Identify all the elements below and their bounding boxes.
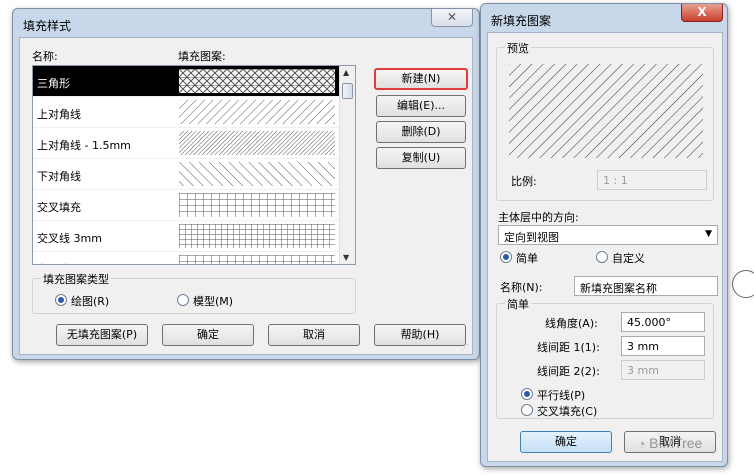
new-pattern-close-button[interactable]: X xyxy=(681,4,723,22)
watermark: ◔ BIMTree xyxy=(638,435,702,451)
fill-styles-client: 名称: 填充图案: 三角形上对角线上对角线 - 1.5mm 下对角线交叉填充交叉线… xyxy=(19,37,473,355)
pattern-swatch-cross xyxy=(179,255,335,264)
pattern-type-group: 填充图案类型 绘图(R) 模型(M) xyxy=(32,271,356,314)
simple-settings-group: 简单 线角度(A): 45.000° 线间距 1(1): 3 mm 线间距 2(… xyxy=(496,296,714,419)
line-spacing-2-input: 3 mm xyxy=(621,360,705,380)
parallel-lines-label[interactable]: 平行线(P) xyxy=(537,387,585,403)
column-header-name: 名称: xyxy=(32,50,58,63)
preview-group: 预览 比例: 1 : 1 xyxy=(496,40,714,201)
pattern-swatch-diag-down xyxy=(179,162,335,186)
line-spacing-2-label: 线间距 2(2): xyxy=(537,365,600,378)
pattern-name: 交叉线 3mm xyxy=(37,232,102,245)
pattern-name-label: 名称(N): xyxy=(500,281,543,294)
pattern-swatch-cross xyxy=(179,193,335,217)
fill-styles-cancel-button[interactable]: 取消 xyxy=(268,324,360,346)
custom-mode-radio[interactable] xyxy=(596,251,608,263)
pattern-list-item[interactable]: 下对角线 xyxy=(33,159,339,190)
pattern-swatch-diag-up xyxy=(179,100,335,124)
fill-styles-help-button[interactable]: 帮助(H) xyxy=(374,324,466,346)
watermark-text: BIMTree xyxy=(649,435,703,451)
model-radio[interactable] xyxy=(177,294,189,306)
pattern-list-item[interactable]: 三角形 xyxy=(33,66,339,97)
copy-pattern-button[interactable]: 复制(U) xyxy=(376,147,466,169)
preview-pattern-image xyxy=(509,64,703,158)
pattern-list[interactable]: 三角形上对角线上对角线 - 1.5mm下对角线交叉填充交叉线 3mm交叉线 5 … xyxy=(32,65,356,265)
pattern-swatch-cross-dense xyxy=(179,224,335,248)
custom-mode-label[interactable]: 自定义 xyxy=(612,250,645,266)
preview-group-title: 预览 xyxy=(505,40,531,56)
line-angle-input[interactable]: 45.000° xyxy=(621,312,705,332)
fill-styles-title: 填充样式 xyxy=(23,19,72,33)
pattern-list-item[interactable]: 交叉填充 xyxy=(33,190,339,221)
pattern-list-item[interactable]: 上对角线 - 1.5mm xyxy=(33,128,339,159)
wechat-icon: ◔ xyxy=(638,437,646,451)
simple-mode-radio[interactable] xyxy=(500,251,512,263)
pattern-name: 交叉填充 xyxy=(37,201,81,214)
pattern-list-item[interactable]: 上对角线 xyxy=(33,97,339,128)
line-spacing-1-input[interactable]: 3 mm xyxy=(621,336,705,356)
new-pattern-client: 预览 比例: 1 : 1 主体层中的方向: 定向到视图 ▼ 简单 自定义 名称(… xyxy=(487,32,723,462)
close-icon: X xyxy=(697,5,707,19)
pattern-list-item[interactable]: 交叉线 3mm xyxy=(33,221,339,252)
pattern-name: 三角形 xyxy=(37,77,70,90)
simple-settings-title: 简单 xyxy=(505,296,531,312)
orientation-label: 主体层中的方向: xyxy=(498,211,579,224)
no-fill-pattern-button[interactable]: 无填充图案(P) xyxy=(56,324,148,346)
pattern-name: 交叉线 5 xyxy=(37,261,81,264)
fill-styles-ok-button[interactable]: 确定 xyxy=(162,324,254,346)
fill-styles-close-button[interactable]: ✕ xyxy=(431,9,473,27)
chevron-down-icon[interactable]: ▼ xyxy=(705,229,712,239)
line-angle-label: 线角度(A): xyxy=(545,317,598,330)
scale-label: 比例: xyxy=(511,175,537,188)
pattern-swatch-diag-up-dense xyxy=(179,131,335,155)
new-fill-pattern-dialog: 新填充图案 X 预览 比例: 1 : 1 主体层中的方向: 定向到视图 ▼ 简单… xyxy=(480,3,728,467)
pattern-swatch-triangles xyxy=(179,69,335,93)
scroll-down-icon[interactable]: ▼ xyxy=(343,253,349,262)
delete-pattern-button[interactable]: 删除(D) xyxy=(376,121,466,143)
line-spacing-1-label: 线间距 1(1): xyxy=(537,341,600,354)
resize-grip-icon[interactable]: ⋰ xyxy=(461,343,469,352)
edit-pattern-button[interactable]: 编辑(E)... xyxy=(376,95,466,117)
scroll-up-icon[interactable]: ▲ xyxy=(343,68,349,77)
crosshatch-label[interactable]: 交叉填充(C) xyxy=(537,403,597,419)
close-icon: ✕ xyxy=(446,10,458,24)
parallel-lines-radio[interactable] xyxy=(521,388,533,400)
orientation-selected-value: 定向到视图 xyxy=(504,231,559,244)
pattern-name: 上对角线 - 1.5mm xyxy=(37,139,131,152)
drafting-radio[interactable] xyxy=(55,294,67,306)
simple-mode-label[interactable]: 简单 xyxy=(516,250,538,266)
orientation-dropdown[interactable]: 定向到视图 ▼ xyxy=(498,225,718,245)
background-circle-decoration xyxy=(732,270,754,298)
fill-styles-dialog: 填充样式 ✕ 名称: 填充图案: 三角形上对角线上对角线 - 1.5mm 下对角线… xyxy=(12,8,480,360)
scale-field: 1 : 1 xyxy=(597,170,707,190)
pattern-list-scrollbar[interactable]: ▲ ▼ xyxy=(339,66,355,264)
new-pattern-ok-button[interactable]: 确定 xyxy=(520,431,612,453)
column-header-pattern: 填充图案: xyxy=(178,50,226,63)
crosshatch-radio[interactable] xyxy=(521,404,533,416)
scroll-thumb[interactable] xyxy=(342,83,353,99)
pattern-type-group-title: 填充图案类型 xyxy=(41,271,111,287)
pattern-name: 上对角线 xyxy=(37,108,81,121)
model-radio-label[interactable]: 模型(M) xyxy=(193,293,233,309)
pattern-name: 下对角线 xyxy=(37,170,81,183)
pattern-list-item[interactable]: 交叉线 5 xyxy=(33,252,339,264)
new-pattern-button[interactable]: 新建(N) xyxy=(374,68,468,90)
pattern-name-input[interactable]: 新填充图案名称 xyxy=(574,276,718,296)
drafting-radio-label[interactable]: 绘图(R) xyxy=(71,293,109,309)
